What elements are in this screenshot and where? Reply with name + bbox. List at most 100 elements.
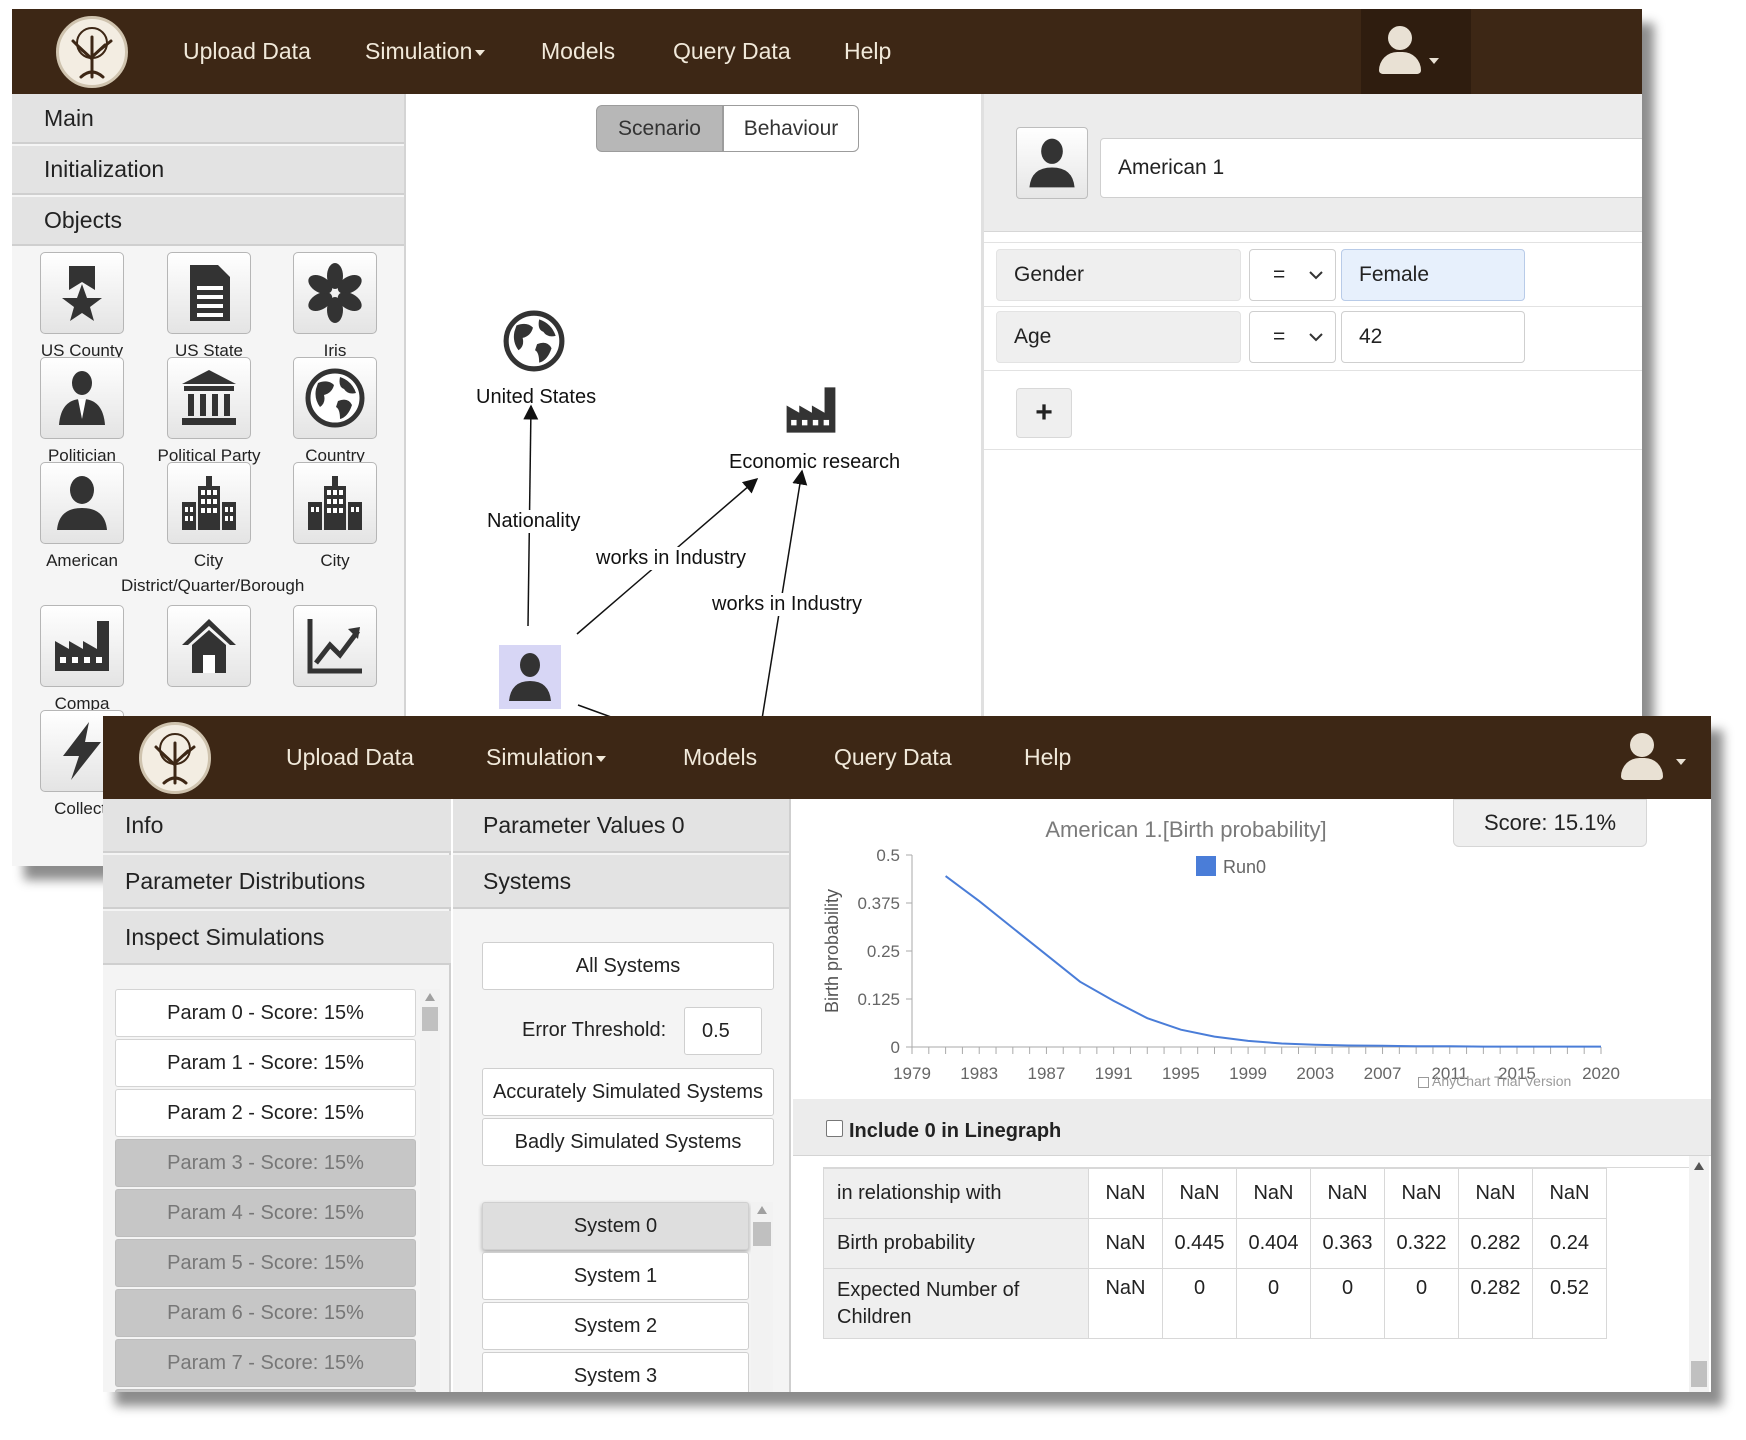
param-list-scrollbar[interactable]	[420, 989, 440, 1392]
param-item[interactable]: Param 7 - Score: 15%	[115, 1339, 416, 1387]
node-united-states[interactable]	[502, 309, 566, 373]
error-threshold-label: Error Threshold:	[522, 1019, 667, 1041]
chart-watermark: AnyChart Trial Version	[1418, 1073, 1571, 1089]
operator-value: =	[1273, 263, 1286, 286]
row-label: Expected Number of Children	[823, 1268, 1089, 1339]
person-icon	[509, 653, 551, 701]
param-item[interactable]: Param 5 - Score: 15%	[115, 1239, 416, 1287]
table-cell: 0	[1236, 1268, 1311, 1339]
row-label: Birth probability	[823, 1218, 1089, 1269]
attribute-value-gender[interactable]: Female	[1341, 249, 1525, 301]
nav-upload-data[interactable]: Upload Data	[286, 716, 414, 799]
nav-models[interactable]: Models	[683, 716, 757, 799]
param-item[interactable]	[115, 1389, 416, 1392]
table-cell: 0.282	[1458, 1218, 1533, 1269]
section-parameter-distributions[interactable]: Parameter Distributions	[103, 855, 451, 909]
table-row: Expected Number of Children NaN 0 0 0 0 …	[823, 1268, 1607, 1339]
table-cell: NaN	[1088, 1168, 1163, 1219]
data-table: in relationship with NaN NaN NaN NaN NaN…	[823, 1168, 1607, 1339]
param-item[interactable]: Param 2 - Score: 15%	[115, 1089, 416, 1137]
person-icon	[1029, 138, 1075, 188]
user-menu[interactable]	[1610, 716, 1711, 799]
section-inspect-simulations[interactable]: Inspect Simulations	[103, 911, 451, 965]
error-threshold-input[interactable]: 0.5	[684, 1007, 762, 1055]
row-label: in relationship with	[823, 1168, 1089, 1219]
table-cell: 0.322	[1384, 1218, 1459, 1269]
table-cell: NaN	[1088, 1218, 1163, 1269]
score-badge: Score: 15.1%	[1453, 799, 1647, 847]
scroll-up-icon[interactable]	[425, 993, 435, 1001]
include-zero-checkbox[interactable]	[826, 1120, 843, 1137]
scroll-thumb[interactable]	[753, 1222, 771, 1246]
x-tick-label: 1983	[960, 1064, 998, 1083]
system-item[interactable]: System 3	[482, 1352, 749, 1392]
all-systems-button[interactable]: All Systems	[482, 942, 774, 990]
data-table-container: in relationship with NaN NaN NaN NaN NaN…	[823, 1156, 1689, 1392]
attribute-value-age[interactable]: 42	[1341, 311, 1525, 363]
table-cell: 0.363	[1310, 1218, 1385, 1269]
object-name-input[interactable]: American 1	[1100, 138, 1642, 198]
param-item[interactable]: Param 0 - Score: 15%	[115, 989, 416, 1037]
object-type-button[interactable]	[1016, 127, 1088, 199]
accurately-simulated-systems-button[interactable]: Accurately Simulated Systems	[482, 1068, 774, 1116]
table-cell: NaN	[1088, 1268, 1163, 1339]
include-zero-bar: Include 0 in Linegraph	[793, 1099, 1711, 1156]
section-systems[interactable]: Systems	[453, 855, 789, 909]
table-header-stub	[823, 1156, 1689, 1168]
scroll-up-icon[interactable]	[757, 1206, 767, 1214]
node-american-1[interactable]	[499, 645, 561, 709]
table-cell: NaN	[1458, 1168, 1533, 1219]
param-item[interactable]: Param 4 - Score: 15%	[115, 1189, 416, 1237]
table-cell: 0.52	[1532, 1268, 1607, 1339]
row-divider	[984, 242, 1642, 243]
scroll-up-icon[interactable]	[1694, 1162, 1704, 1170]
badly-simulated-systems-button[interactable]: Badly Simulated Systems	[482, 1118, 774, 1166]
y-axis-label: Birth probability	[822, 889, 842, 1013]
add-attribute-button[interactable]: +	[1016, 388, 1072, 438]
user-avatar-body	[1621, 758, 1663, 780]
x-tick-label: 1979	[893, 1064, 931, 1083]
system-list-scrollbar[interactable]	[751, 1202, 773, 1392]
chart-logo-icon	[1418, 1076, 1429, 1088]
nav-help[interactable]: Help	[1024, 716, 1071, 799]
row-divider	[984, 306, 1642, 307]
operator-select-gender[interactable]: =	[1249, 249, 1336, 301]
globe-icon	[503, 310, 565, 372]
table-scrollbar[interactable]	[1689, 1156, 1709, 1392]
y-tick-label: 0.125	[857, 990, 900, 1009]
param-item[interactable]: Param 1 - Score: 15%	[115, 1039, 416, 1087]
system-item[interactable]: System 2	[482, 1302, 749, 1350]
section-parameter-values[interactable]: Parameter Values 0	[453, 799, 789, 853]
chevron-down-icon	[1309, 333, 1323, 342]
x-tick-label: 2020	[1582, 1064, 1620, 1083]
table-cell: 0	[1162, 1268, 1237, 1339]
node-economic-research[interactable]	[780, 382, 844, 440]
table-cell: NaN	[1310, 1168, 1385, 1219]
include-zero-label: Include 0 in Linegraph	[849, 1120, 1062, 1142]
table-cell: 0.282	[1458, 1268, 1533, 1339]
operator-select-age[interactable]: =	[1249, 311, 1336, 363]
row-divider	[984, 449, 1642, 450]
y-tick-label: 0.5	[876, 846, 900, 865]
scroll-thumb[interactable]	[422, 1007, 438, 1031]
system-item[interactable]: System 1	[482, 1252, 749, 1300]
table-cell: 0.445	[1162, 1218, 1237, 1269]
x-tick-label: 2007	[1364, 1064, 1402, 1083]
nav-query-data[interactable]: Query Data	[834, 716, 952, 799]
table-cell: NaN	[1532, 1168, 1607, 1219]
nav-simulation[interactable]: Simulation	[486, 716, 607, 799]
node-label-economic-research: Economic research	[729, 451, 901, 473]
param-item[interactable]: Param 6 - Score: 15%	[115, 1289, 416, 1337]
attribute-name-age: Age	[996, 311, 1241, 363]
system-item[interactable]: System 0	[482, 1202, 749, 1250]
table-cell: NaN	[1384, 1168, 1459, 1219]
legend-swatch	[1196, 856, 1216, 876]
section-info[interactable]: Info	[103, 799, 451, 853]
param-item[interactable]: Param 3 - Score: 15%	[115, 1139, 416, 1187]
user-avatar-icon	[1630, 733, 1654, 757]
tree-logo-icon[interactable]	[139, 722, 211, 794]
edge-label-works-in-industry-1: works in Industry	[594, 547, 749, 570]
y-tick-label: 0.375	[857, 894, 900, 913]
node-label-united-states: United States	[476, 386, 597, 408]
scroll-thumb[interactable]	[1691, 1361, 1707, 1387]
